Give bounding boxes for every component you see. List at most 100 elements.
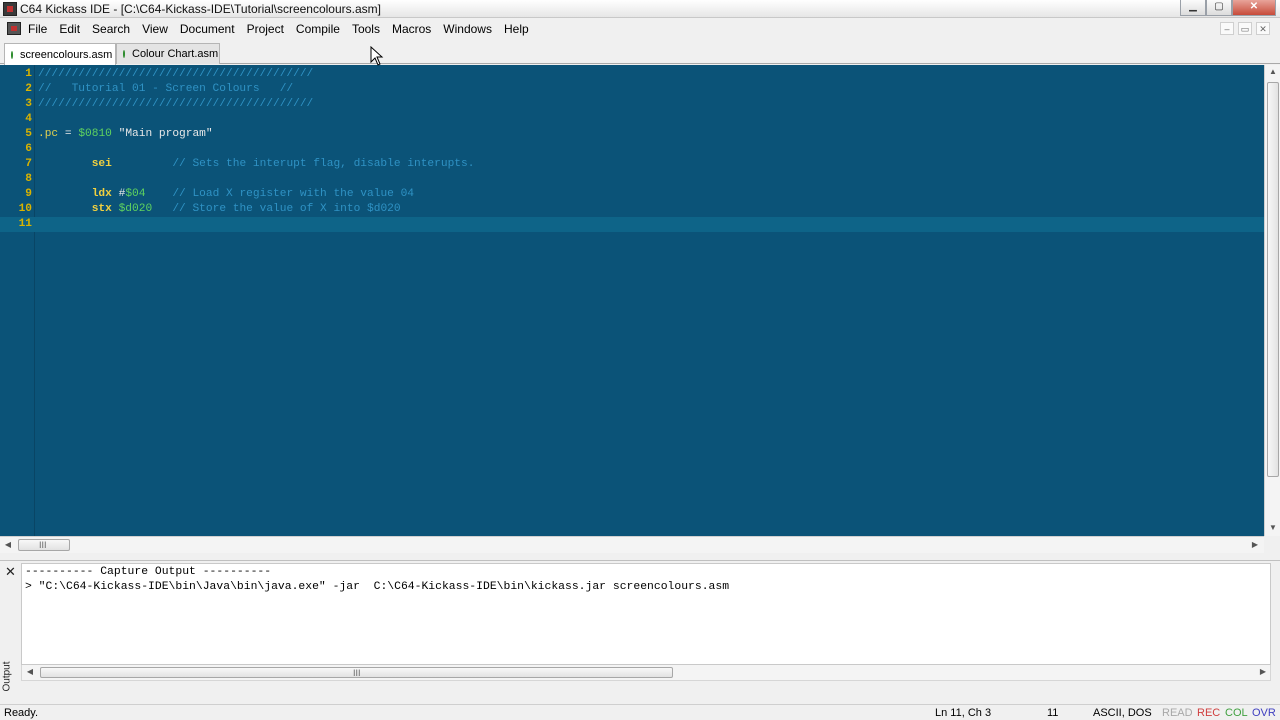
code-text: sei // Sets the interupt flag, disable i… xyxy=(38,157,475,172)
status-bar: Ready. Ln 11, Ch 3 11 ASCII, DOS READ RE… xyxy=(0,704,1280,720)
code-line[interactable]: 1 ///////////////////////////////////////… xyxy=(0,67,1264,82)
code-token-kw: stx xyxy=(91,203,112,215)
code-line[interactable]: 3 ///////////////////////////////////////… xyxy=(0,97,1264,112)
read-indicator: READ xyxy=(1162,707,1193,719)
title-bar: C64 Kickass IDE - [C:\C64-Kickass-IDE\Tu… xyxy=(0,0,1280,18)
line-number: 6 xyxy=(25,143,32,155)
document-restore-button[interactable]: ▭ xyxy=(1238,22,1252,35)
code-editor[interactable]: 1 ///////////////////////////////////////… xyxy=(0,65,1264,536)
menu-help[interactable]: Help xyxy=(498,21,535,37)
code-token-op xyxy=(38,188,92,200)
line-number: 1 xyxy=(25,68,32,80)
scroll-right-icon[interactable]: ▶ xyxy=(1248,539,1262,551)
tab-label: Colour Chart.asm xyxy=(132,48,219,60)
line-number: 10 xyxy=(18,203,32,215)
code-token-num: $0810 xyxy=(78,128,112,140)
code-line[interactable]: 9 ldx #$04 // Load X register with the v… xyxy=(0,187,1264,202)
vertical-scroll-thumb[interactable] xyxy=(1267,82,1279,477)
tab-bar: screencolours.asm Colour Chart.asm xyxy=(0,42,1280,65)
horizontal-scroll-thumb[interactable]: III xyxy=(18,539,70,551)
menu-items: File Edit Search View Document Project C… xyxy=(22,21,535,37)
scroll-right-icon[interactable]: ▶ xyxy=(1256,666,1270,678)
menu-project[interactable]: Project xyxy=(241,21,290,37)
file-status-icon xyxy=(123,50,125,58)
line-number: 8 xyxy=(25,173,32,185)
scroll-up-icon[interactable]: ▲ xyxy=(1265,65,1280,79)
line-count: 11 xyxy=(1047,707,1059,719)
app-icon[interactable] xyxy=(3,2,17,16)
document-window-controls: – ▭ ✕ xyxy=(1220,22,1270,35)
code-text: stx $d020 // Store the value of X into $… xyxy=(38,202,401,217)
menu-compile[interactable]: Compile xyxy=(290,21,346,37)
tab-label: screencolours.asm xyxy=(20,48,113,61)
code-token-directive: .pc xyxy=(38,128,59,140)
code-token-op xyxy=(38,203,92,215)
document-close-button[interactable]: ✕ xyxy=(1256,22,1270,35)
output-scroll-thumb[interactable]: III xyxy=(40,667,673,678)
menu-search[interactable]: Search xyxy=(86,21,136,37)
menu-windows[interactable]: Windows xyxy=(437,21,498,37)
code-token-comment: // Load X register with the value 04 xyxy=(172,188,415,200)
code-token-str: "Main program" xyxy=(111,128,213,140)
menu-file[interactable]: File xyxy=(22,21,53,37)
minimize-button[interactable]: ▁ xyxy=(1180,0,1206,16)
scroll-left-icon[interactable]: ◀ xyxy=(1,539,15,551)
output-horizontal-scrollbar[interactable]: ◀ III ▶ xyxy=(21,665,1271,681)
code-text: // Tutorial 01 - Screen Colours // xyxy=(38,82,293,97)
grip-icon: III xyxy=(353,668,361,678)
menu-macros[interactable]: Macros xyxy=(386,21,437,37)
tab-colour-chart[interactable]: Colour Chart.asm xyxy=(116,43,220,64)
code-token-op xyxy=(112,203,119,215)
code-text: ////////////////////////////////////////… xyxy=(38,97,313,112)
code-token-op xyxy=(145,188,172,200)
document-menu-icon[interactable] xyxy=(7,22,21,35)
code-text: ////////////////////////////////////////… xyxy=(38,67,313,82)
line-number: 3 xyxy=(25,98,32,110)
maximize-button[interactable]: ▢ xyxy=(1206,0,1232,16)
menu-edit[interactable]: Edit xyxy=(53,21,86,37)
code-token-comment: // Store the value of X into $d020 xyxy=(172,203,401,215)
line-number: 4 xyxy=(25,113,32,125)
code-token-kw: sei xyxy=(91,158,112,170)
editor-vertical-scrollbar[interactable]: ▲ ▼ xyxy=(1264,65,1280,536)
menu-view[interactable]: View xyxy=(136,21,174,37)
scroll-left-icon[interactable]: ◀ xyxy=(23,666,37,678)
line-number: 9 xyxy=(25,188,32,200)
code-token-comment: // Sets the interupt flag, disable inter… xyxy=(172,158,475,170)
menu-tools[interactable]: Tools xyxy=(346,21,386,37)
code-line[interactable]: 5 .pc = $0810 "Main program" xyxy=(0,127,1264,142)
code-text: .pc = $0810 "Main program" xyxy=(38,127,213,142)
code-line[interactable]: 10 stx $d020 // Store the value of X int… xyxy=(0,202,1264,217)
code-line[interactable]: 11 xyxy=(0,217,1264,232)
file-status-icon xyxy=(11,50,13,59)
mouse-pointer-icon xyxy=(370,46,384,66)
close-output-icon[interactable]: ✕ xyxy=(5,565,16,578)
output-panel: ✕ Output ---------- Capture Output -----… xyxy=(0,560,1280,704)
code-token-comment: // Tutorial 01 - Screen Colours // xyxy=(38,83,294,95)
line-number: 5 xyxy=(25,128,32,140)
code-token-comment: ////////////////////////////////////////… xyxy=(38,98,314,110)
code-line[interactable]: 6 xyxy=(0,142,1264,157)
code-text: ldx #$04 // Load X register with the val… xyxy=(38,187,414,202)
output-panel-sidebar: ✕ Output xyxy=(0,561,20,704)
document-minimize-button[interactable]: – xyxy=(1220,22,1234,35)
scroll-down-icon[interactable]: ▼ xyxy=(1265,521,1280,535)
code-token-num: $d020 xyxy=(118,203,153,215)
tab-screencolours[interactable]: screencolours.asm xyxy=(4,43,116,65)
menu-document[interactable]: Document xyxy=(174,21,241,37)
code-line[interactable]: 2 // Tutorial 01 - Screen Colours // xyxy=(0,82,1264,97)
output-text-area[interactable]: ---------- Capture Output ---------- > "… xyxy=(21,563,1271,665)
grip-icon: III xyxy=(39,540,47,550)
menu-bar: File Edit Search View Document Project C… xyxy=(0,19,1280,39)
code-line[interactable]: 4 xyxy=(0,112,1264,127)
cursor-position: Ln 11, Ch 3 xyxy=(935,707,992,719)
code-line[interactable]: 7 sei // Sets the interupt flag, disable… xyxy=(0,157,1264,172)
code-line[interactable]: 8 xyxy=(0,172,1264,187)
output-panel-label: Output xyxy=(1,661,13,692)
code-token-op xyxy=(152,203,172,215)
col-indicator: COL xyxy=(1225,707,1248,719)
ovr-indicator: OVR xyxy=(1252,707,1276,719)
editor-horizontal-scrollbar[interactable]: ◀ III ▶ xyxy=(0,536,1264,553)
close-button[interactable]: ✕ xyxy=(1232,0,1276,16)
line-number: 2 xyxy=(25,83,32,95)
